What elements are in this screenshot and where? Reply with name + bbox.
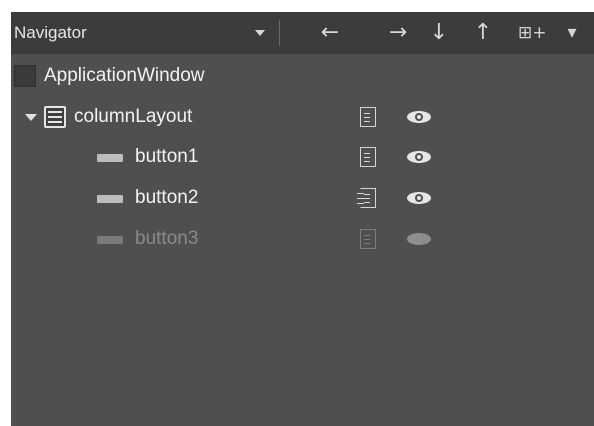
column-layout-icon bbox=[44, 106, 66, 128]
arrow-up-icon: ↑ bbox=[473, 20, 493, 45]
move-up-button[interactable]: ↑ bbox=[469, 18, 497, 48]
arrow-right-icon: → bbox=[388, 20, 408, 45]
tree-item-button3[interactable]: button3 bbox=[11, 220, 594, 260]
chevron-down-icon bbox=[255, 30, 265, 36]
visibility-eye-icon[interactable] bbox=[407, 192, 431, 204]
navigator-panel: Navigator ← → ↓ ↑ ⊞+ ▾ ApplicationWindow bbox=[11, 12, 594, 426]
button-type-icon bbox=[97, 195, 123, 203]
window-type-icon bbox=[14, 65, 36, 87]
button-type-icon bbox=[97, 236, 123, 244]
view-selector-dropdown[interactable]: Navigator bbox=[11, 12, 279, 54]
export-toggle-icon[interactable] bbox=[357, 188, 376, 208]
move-right-button[interactable]: → bbox=[384, 18, 412, 48]
tree-item-label: ApplicationWindow bbox=[44, 65, 205, 86]
tree-item-label: button2 bbox=[135, 187, 199, 208]
visibility-eye-icon[interactable] bbox=[407, 111, 431, 123]
toolbar-separator bbox=[279, 20, 280, 46]
button-type-icon bbox=[97, 154, 123, 162]
move-down-button[interactable]: ↓ bbox=[425, 18, 453, 48]
tree-item-label: button1 bbox=[135, 146, 199, 167]
panel-menu-button[interactable]: ▾ bbox=[558, 18, 586, 48]
tree-item-label: button3 bbox=[135, 228, 199, 249]
visibility-eye-icon[interactable] bbox=[407, 151, 431, 163]
tree-item-applicationwindow[interactable]: ApplicationWindow bbox=[11, 57, 594, 97]
tree-item-button2[interactable]: button2 bbox=[11, 179, 594, 219]
view-selector-label: Navigator bbox=[14, 23, 87, 42]
export-toggle-icon[interactable] bbox=[360, 229, 376, 249]
export-toggle-icon[interactable] bbox=[360, 147, 376, 167]
menu-dropdown-icon: ▾ bbox=[567, 22, 577, 43]
move-left-button[interactable]: ← bbox=[316, 18, 344, 48]
filter-icon: ⊞+ bbox=[518, 23, 547, 43]
arrow-left-icon: ← bbox=[320, 20, 340, 45]
tree-item-label: columnLayout bbox=[74, 106, 193, 127]
arrow-down-icon: ↓ bbox=[429, 20, 449, 45]
filter-tree-button[interactable]: ⊞+ bbox=[518, 18, 547, 48]
navigator-toolbar: Navigator ← → ↓ ↑ ⊞+ ▾ bbox=[11, 12, 594, 54]
expand-toggle-icon[interactable] bbox=[25, 114, 37, 121]
tree-item-columnlayout[interactable]: columnLayout bbox=[11, 98, 594, 138]
tree-item-button1[interactable]: button1 bbox=[11, 138, 594, 178]
export-toggle-icon[interactable] bbox=[360, 107, 376, 127]
visibility-hidden-icon[interactable] bbox=[407, 233, 431, 245]
